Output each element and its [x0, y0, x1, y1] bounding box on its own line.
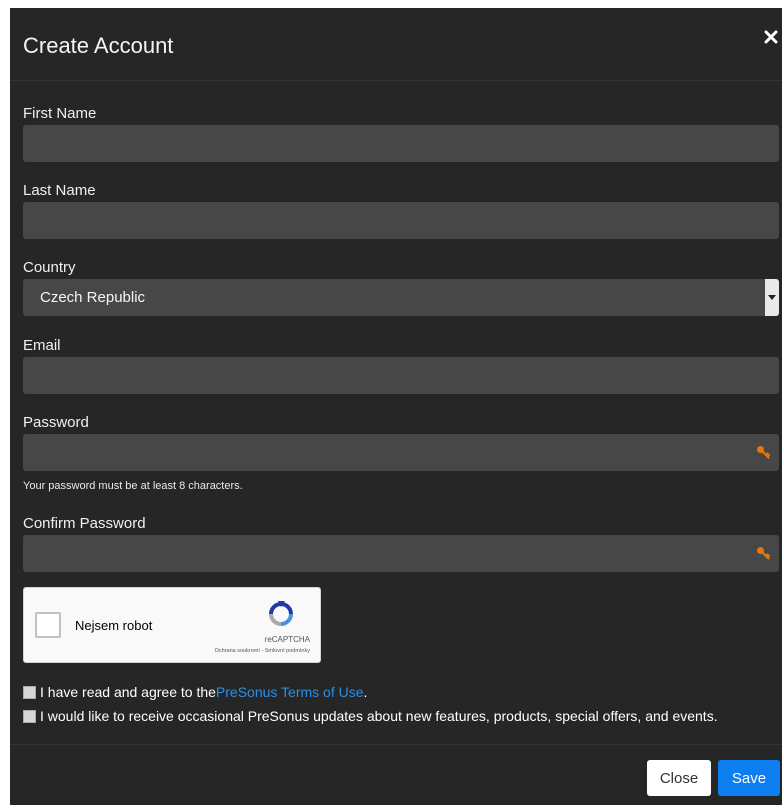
close-icon[interactable]	[764, 30, 778, 44]
updates-text: I would like to receive occasional PreSo…	[40, 708, 718, 724]
terms-suffix-text: .	[363, 684, 368, 700]
terms-agreement-row: I have read and agree to the PreSonus Te…	[23, 684, 367, 700]
recaptcha-brand: reCAPTCHA	[264, 635, 310, 644]
email-input[interactable]	[23, 357, 779, 394]
terms-prefix-text: I have read and agree to the	[40, 684, 216, 700]
first-name-input[interactable]	[23, 125, 779, 162]
terms-of-use-link[interactable]: PreSonus Terms of Use	[216, 684, 364, 700]
caret-down-icon[interactable]	[765, 279, 779, 316]
recaptcha-checkbox[interactable]	[35, 612, 61, 638]
create-account-dialog: Create Account First Name Last Name Coun…	[10, 8, 782, 805]
password-input[interactable]	[23, 434, 779, 471]
confirm-password-label: Confirm Password	[23, 515, 146, 532]
dialog-title: Create Account	[23, 33, 174, 58]
first-name-label: First Name	[23, 105, 97, 122]
email-label: Email	[23, 337, 61, 354]
country-select[interactable]: Czech Republic	[23, 279, 779, 316]
updates-checkbox[interactable]	[23, 709, 36, 723]
password-help-text: Your password must be at least 8 charact…	[23, 480, 243, 492]
recaptcha-logo-icon	[269, 601, 293, 626]
terms-checkbox[interactable]	[23, 685, 36, 699]
recaptcha-privacy-links[interactable]: Ochrana soukromí - Smluvní podmínky	[215, 648, 310, 654]
close-button[interactable]: Close	[647, 760, 711, 796]
password-label: Password	[23, 414, 89, 431]
key-icon	[757, 446, 770, 459]
recaptcha-label: Nejsem robot	[75, 618, 153, 633]
country-selected-value: Czech Republic	[40, 289, 146, 306]
updates-optin-row: I would like to receive occasional PreSo…	[23, 708, 718, 724]
last-name-input[interactable]	[23, 202, 779, 239]
save-button[interactable]: Save	[718, 760, 780, 796]
dialog-header: Create Account	[10, 8, 782, 81]
country-label: Country	[23, 259, 76, 276]
recaptcha-widget: Nejsem robot reCAPTCHA Ochrana soukromí …	[23, 587, 321, 663]
dialog-footer: Close Save	[10, 744, 782, 806]
confirm-password-input[interactable]	[23, 535, 779, 572]
last-name-label: Last Name	[23, 182, 96, 199]
key-icon	[757, 547, 770, 560]
